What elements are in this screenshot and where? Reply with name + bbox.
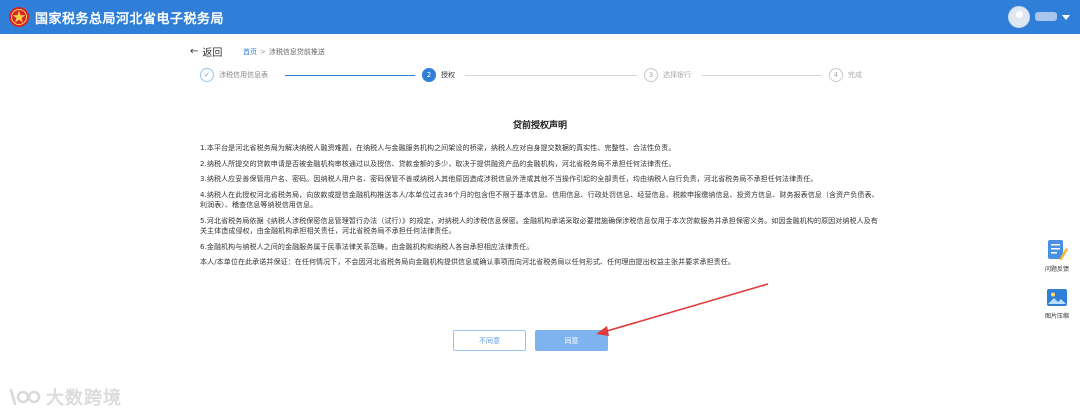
step-connector xyxy=(702,75,822,76)
tax-emblem-icon xyxy=(9,7,29,27)
breadcrumb: 首页 > 涉税信息贷前推送 xyxy=(243,47,325,57)
breadcrumb-separator: > xyxy=(260,48,266,56)
step-2: 2 授权 xyxy=(422,68,455,82)
step-number: 3 xyxy=(644,68,658,82)
step-done-check-icon: ✓ xyxy=(200,68,214,82)
breadcrumb-current: 涉税信息贷前推送 xyxy=(268,48,325,56)
image-compress-tool[interactable]: 图片压缩 xyxy=(1040,287,1074,320)
authorization-statement: 贷前授权声明 1.本平台是河北省税务局为解决纳税人融资难题，在纳税人与金融服务机… xyxy=(200,118,880,273)
feedback-tool[interactable]: 问题反馈 xyxy=(1040,238,1074,273)
statement-paragraph: 2.纳税人所提交的贷款申请是否被金融机构审核通过以及授信、贷款金额的多少，取决于… xyxy=(200,159,676,168)
step-number: 2 xyxy=(422,68,436,82)
step-label: 涉税信用信息表 xyxy=(219,71,268,79)
chevron-down-icon[interactable] xyxy=(1062,15,1070,20)
step-label: 完成 xyxy=(848,71,862,79)
step-label: 授权 xyxy=(441,71,455,79)
step-number: 4 xyxy=(829,68,843,82)
back-label: 返回 xyxy=(202,47,223,59)
agree-button[interactable]: 同意 xyxy=(535,330,608,351)
feedback-label: 问题反馈 xyxy=(1044,266,1069,273)
image-compress-label: 图片压缩 xyxy=(1044,313,1069,320)
statement-paragraph: 4.纳税人在此授权河北省税务局，向放款或提信金融机构推送本人/本单位过去36个月… xyxy=(200,190,879,210)
watermark-text: 大数跨境 xyxy=(46,388,122,409)
image-compress-icon xyxy=(1047,289,1067,306)
feedback-edit-icon xyxy=(1048,240,1068,261)
statement-title: 贷前授权声明 xyxy=(512,121,567,131)
step-1: ✓ 涉税信用信息表 xyxy=(200,68,268,82)
disagree-button[interactable]: 不同意 xyxy=(453,330,526,351)
statement-paragraph: 1.本平台是河北省税务局为解决纳税人融资难题，在纳税人与金融服务机构之间架设的桥… xyxy=(200,144,676,152)
step-connector xyxy=(465,75,637,76)
username-redacted[interactable] xyxy=(1035,12,1057,21)
user-avatar-icon[interactable] xyxy=(1008,6,1030,28)
top-bar: 国家税务总局河北省电子税务局 xyxy=(0,0,1080,34)
statement-paragraph: 6.金融机构与纳税人之间的金融服务属于民事法律关系范畴，由金融机构和纳税人各自承… xyxy=(200,242,534,251)
step-label: 选择银行 xyxy=(663,71,691,79)
statement-paragraph: 5.河北省税务局依据《纳税人涉税保密信息管理暂行办法（试行）》的规定，对纳税人的… xyxy=(200,216,878,236)
step-3: 3 选择银行 xyxy=(644,68,691,82)
statement-paragraph: 3.纳税人应妥善保管用户名、密码。因纳税人用户名、密码保管不善或纳税人其他原因造… xyxy=(200,175,818,183)
watermark-logo-icon xyxy=(9,388,41,406)
watermark: 大数跨境 xyxy=(8,384,122,410)
back-arrow-icon: ← xyxy=(190,45,199,57)
step-connector xyxy=(285,75,415,76)
statement-paragraph: 本人/本单位在此承诺并保证：在任何情况下，不会因河北省税务局向金融机构提供信息或… xyxy=(200,258,735,266)
back-link[interactable]: ← 返回 xyxy=(190,44,223,59)
step-4: 4 完成 xyxy=(829,68,862,82)
breadcrumb-home[interactable]: 首页 xyxy=(243,48,257,56)
site-title: 国家税务总局河北省电子税务局 xyxy=(35,12,225,27)
